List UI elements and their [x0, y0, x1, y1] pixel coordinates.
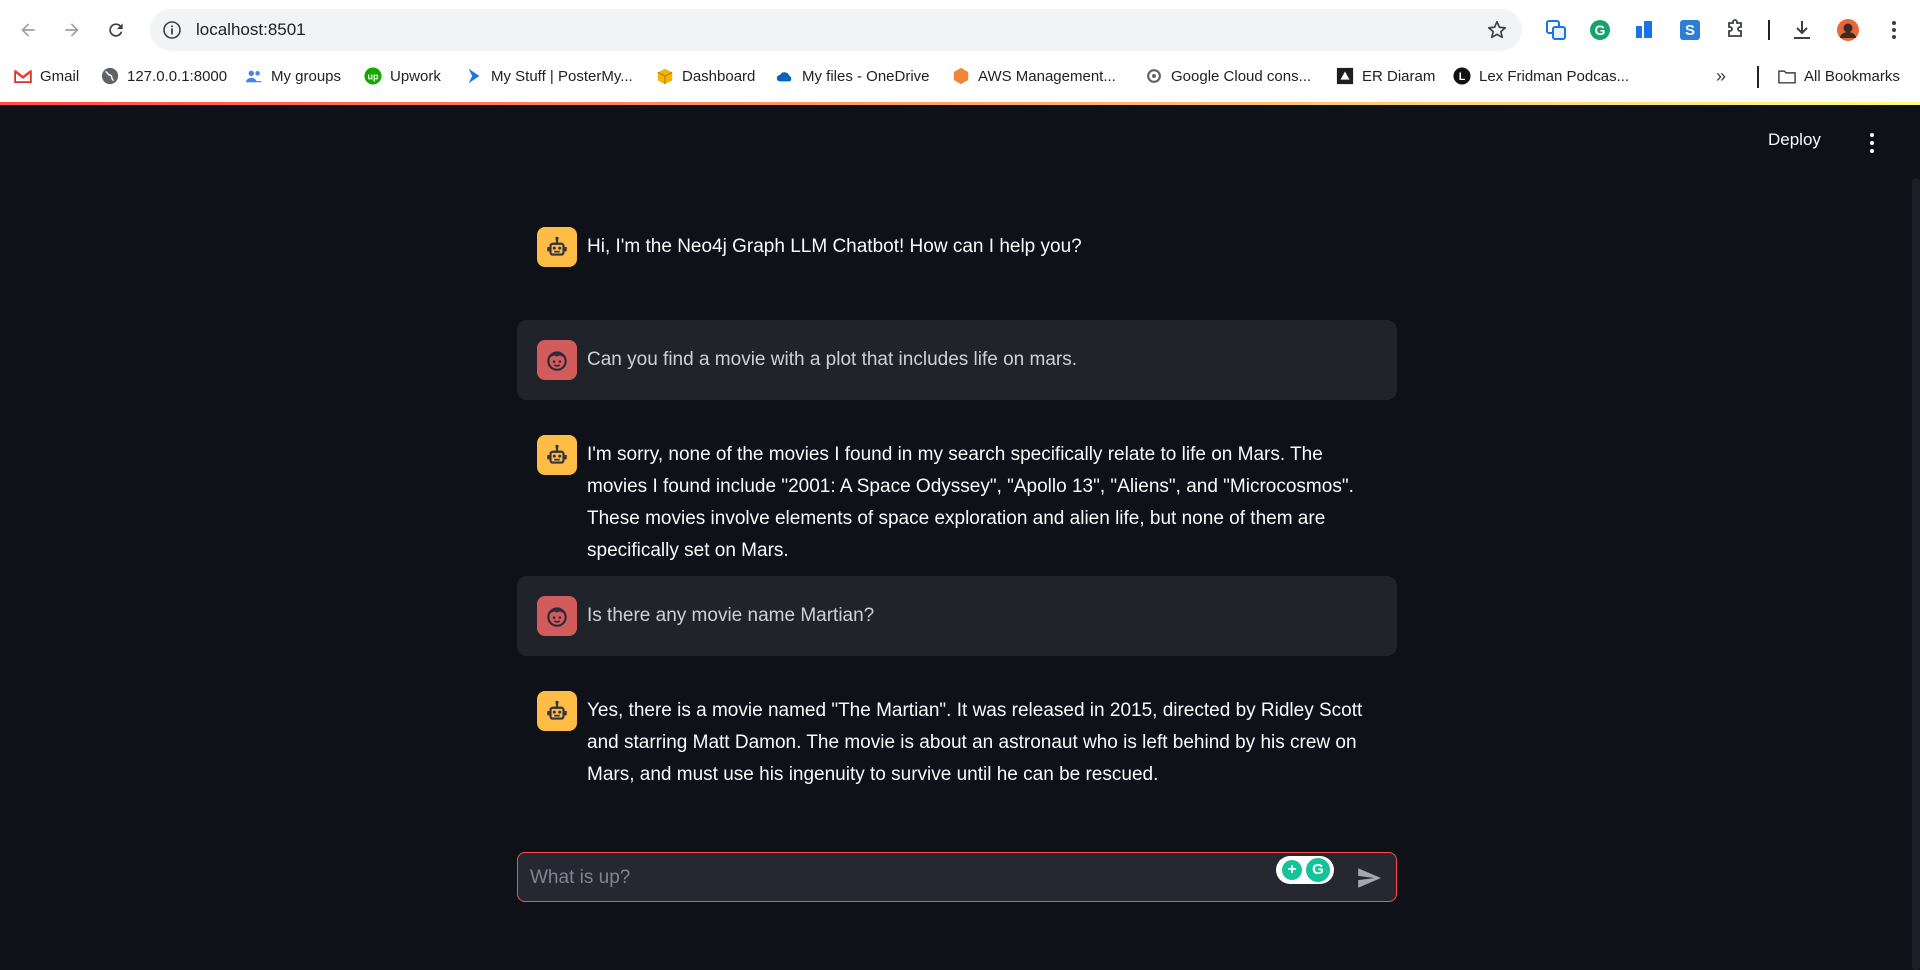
bookmark-gmail[interactable]: Gmail — [14, 60, 79, 92]
browser-menu-icon[interactable] — [1880, 16, 1908, 44]
bookmark-dashboard[interactable]: Dashboard — [656, 60, 755, 92]
assistant-message: I'm sorry, none of the movies I found in… — [517, 435, 1397, 561]
upwork-icon: up — [364, 67, 382, 85]
bookmark-label: Gmail — [40, 67, 80, 85]
all-bookmarks-label: All Bookmarks — [1804, 67, 1900, 85]
bookmarks-bar: Gmail 127.0.0.1:8000 My groups up Upwork… — [0, 60, 1920, 104]
bookmark-google-cloud[interactable]: Google Cloud cons... — [1145, 60, 1311, 92]
bookmark-label: Dashboard — [682, 67, 756, 85]
bookmark-label: My groups — [271, 67, 342, 85]
bot-avatar-icon — [537, 691, 577, 731]
streamlit-app: Deploy Hi, I'm the Neo4j Graph LLM Chatb… — [0, 105, 1920, 970]
grammarly-widget[interactable]: + G — [1276, 856, 1334, 884]
user-avatar-icon — [537, 340, 577, 380]
grammarly-assist-icon[interactable]: + — [1282, 860, 1302, 880]
bookmark-lex-fridman[interactable]: L Lex Fridman Podcas... — [1453, 60, 1629, 92]
bookmark-label: 127.0.0.1:8000 — [127, 67, 228, 85]
all-bookmarks-folder[interactable]: All Bookmarks — [1778, 60, 1900, 92]
aws-icon — [952, 67, 970, 85]
deploy-button[interactable]: Deploy — [1768, 130, 1821, 150]
more-bookmarks-chevron-icon[interactable]: » — [1716, 66, 1740, 88]
bookmark-postermywall[interactable]: My Stuff | PosterMy... — [465, 60, 633, 92]
bookmark-label: AWS Management... — [978, 67, 1116, 85]
browser-toolbar: localhost:8501 G S — [0, 0, 1920, 60]
main-menu-icon[interactable] — [1862, 131, 1882, 153]
message-text: Can you find a movie with a plot that in… — [587, 349, 1078, 370]
bookmark-onedrive[interactable]: My files - OneDrive — [776, 60, 930, 92]
bookmark-aws[interactable]: AWS Management... — [952, 60, 1116, 92]
bot-avatar-icon — [537, 435, 577, 475]
bookmark-label: Lex Fridman Podcas... — [1479, 67, 1630, 85]
bot-avatar-icon — [537, 227, 577, 267]
assistant-message: Yes, there is a movie named "The Martian… — [517, 691, 1397, 791]
chat-input-container: + G — [517, 852, 1397, 902]
box-icon — [656, 67, 674, 85]
send-icon[interactable] — [1356, 865, 1382, 891]
bookmark-localhost-8000[interactable]: 127.0.0.1:8000 — [101, 60, 227, 92]
user-message: Is there any movie name Martian? — [517, 576, 1397, 656]
bookmark-label: ER Diaram — [1362, 67, 1436, 85]
bookmark-label: Google Cloud cons... — [1171, 67, 1312, 85]
gmail-icon — [14, 67, 32, 85]
bookmark-label: My Stuff | PosterMy... — [491, 67, 633, 85]
blue-extension-icon[interactable] — [1630, 16, 1658, 44]
profile-avatar-icon[interactable] — [1834, 16, 1862, 44]
onedrive-icon — [776, 67, 794, 85]
message-text: Hi, I'm the Neo4j Graph LLM Chatbot! How… — [587, 236, 1082, 257]
lex-icon: L — [1453, 67, 1471, 85]
scrollbar[interactable] — [1912, 178, 1920, 970]
reload-icon[interactable] — [100, 14, 132, 46]
back-icon[interactable] — [12, 14, 44, 46]
assistant-message: Hi, I'm the Neo4j Graph LLM Chatbot! How… — [517, 227, 1397, 267]
globe-icon — [101, 67, 119, 85]
postermywall-icon — [465, 67, 483, 85]
svg-text:L: L — [1459, 71, 1466, 83]
user-message: Can you find a movie with a plot that in… — [517, 320, 1397, 400]
grammarly-extension-icon[interactable]: G — [1586, 16, 1614, 44]
svg-text:up: up — [368, 72, 379, 82]
user-avatar-icon — [537, 596, 577, 636]
svg-text:G: G — [1595, 22, 1606, 38]
toolbar-separator — [1768, 20, 1770, 40]
bookmark-label: My files - OneDrive — [802, 67, 930, 85]
address-bar[interactable]: localhost:8501 — [150, 9, 1522, 51]
svg-text:S: S — [1685, 22, 1695, 39]
grammarly-g-icon[interactable]: G — [1306, 858, 1330, 882]
forward-icon[interactable] — [56, 14, 88, 46]
er-icon — [1336, 67, 1354, 85]
message-text: Is there any movie name Martian? — [587, 605, 875, 626]
extensions-puzzle-icon[interactable] — [1722, 16, 1750, 44]
message-text: Yes, there is a movie named "The Martian… — [587, 700, 1363, 785]
s-extension-icon[interactable]: S — [1676, 16, 1704, 44]
url-text: localhost:8501 — [196, 20, 306, 39]
bookmark-my-groups[interactable]: My groups — [245, 60, 341, 92]
gcloud-icon — [1145, 67, 1163, 85]
bookmark-label: Upwork — [390, 67, 441, 85]
folder-icon — [1778, 67, 1796, 85]
tab-search-extension-icon[interactable] — [1542, 16, 1570, 44]
download-icon[interactable] — [1788, 16, 1816, 44]
message-text: I'm sorry, none of the movies I found in… — [587, 444, 1354, 561]
bookmark-upwork[interactable]: up Upwork — [364, 60, 441, 92]
chat-input[interactable] — [530, 863, 1290, 893]
bookmark-star-icon[interactable] — [1486, 19, 1508, 41]
bookmarks-separator — [1757, 66, 1759, 88]
bookmark-er-diaram[interactable]: ER Diaram — [1336, 60, 1435, 92]
site-info-icon[interactable] — [162, 20, 182, 40]
groups-icon — [245, 67, 263, 85]
